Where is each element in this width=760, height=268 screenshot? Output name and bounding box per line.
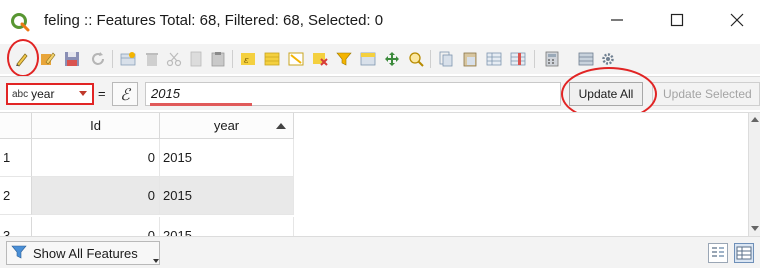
save-edits-icon[interactable] (64, 51, 80, 67)
scroll-up-icon[interactable] (751, 117, 759, 122)
move-selection-to-top-icon[interactable] (360, 51, 376, 67)
field-select[interactable]: abc year (6, 83, 94, 105)
column-header-id[interactable]: Id (32, 113, 160, 139)
table-row[interactable]: 2 0 2015 (0, 177, 294, 215)
table-view-button[interactable] (734, 243, 754, 263)
scroll-down-icon[interactable] (751, 226, 759, 231)
chevron-down-icon (153, 259, 159, 263)
form-view-icon (709, 247, 727, 266)
copy-selected-rows-icon[interactable] (438, 51, 454, 67)
table-row[interactable]: 3 0 2015 (0, 217, 294, 236)
sort-ascending-icon (276, 123, 286, 129)
deselect-all-icon[interactable] (312, 51, 328, 67)
attribute-table: Id year 1 0 2015 2 0 2015 3 0 2015 (0, 112, 760, 236)
minimize-button[interactable] (594, 0, 640, 44)
row-number[interactable]: 1 (0, 139, 32, 177)
close-button[interactable] (714, 0, 760, 44)
table-cell[interactable]: 2015 (160, 217, 294, 236)
attribute-toolbar: ε (0, 44, 760, 74)
table-cell[interactable]: 0 (32, 139, 160, 177)
field-type-label: abc (12, 88, 29, 100)
field-calculator-icon[interactable] (544, 51, 560, 67)
toolbar-separator (232, 50, 233, 68)
row-number[interactable]: 3 (0, 217, 32, 236)
column-header-label: year (213, 118, 240, 133)
column-header-year[interactable]: year (160, 113, 294, 139)
table-cell[interactable]: 2015 (160, 139, 294, 177)
actions-icon[interactable] (600, 51, 616, 67)
epsilon-icon: ℰ (120, 84, 130, 104)
conditional-formatting-icon[interactable] (578, 51, 594, 67)
filter-select-icon[interactable] (336, 51, 352, 67)
qgis-icon (10, 12, 30, 32)
show-all-features-label: Show All Features (33, 245, 138, 261)
toolbar-separator (534, 50, 535, 68)
close-icon (730, 13, 744, 32)
reload-icon[interactable] (90, 51, 106, 67)
field-name-label: year (31, 87, 55, 101)
maximize-button[interactable] (654, 0, 700, 44)
field-calculator-bar: abc year = ℰ 2015 Update All Update Sele… (0, 76, 760, 110)
equals-label: = (98, 86, 106, 101)
copy-icon[interactable] (188, 51, 204, 67)
cut-icon[interactable] (166, 51, 182, 67)
multi-edit-icon[interactable] (40, 51, 56, 67)
filter-icon (11, 244, 27, 263)
row-number[interactable]: 2 (0, 177, 32, 215)
delete-feature-icon[interactable] (144, 51, 160, 67)
paste-icon[interactable] (210, 51, 226, 67)
expression-value: 2015 (151, 86, 180, 101)
table-cell[interactable]: 0 (32, 177, 160, 215)
expression-builder-button[interactable]: ℰ (112, 82, 138, 106)
table-cell[interactable]: 2015 (160, 177, 294, 215)
select-all-icon[interactable] (264, 51, 280, 67)
toolbar-separator (112, 50, 113, 68)
bottom-bar: Show All Features (0, 236, 760, 268)
table-view-icon (735, 246, 753, 266)
highlight-underline (150, 103, 252, 106)
svg-text:ε: ε (244, 56, 249, 66)
update-all-button[interactable]: Update All (569, 82, 643, 106)
paste-features-icon[interactable] (462, 51, 478, 67)
update-selected-button[interactable]: Update Selected (652, 82, 760, 106)
select-by-expression-icon[interactable]: ε (240, 51, 256, 67)
vertical-scrollbar[interactable] (748, 113, 760, 236)
toolbar-separator (430, 50, 431, 68)
add-feature-icon[interactable] (120, 51, 136, 67)
toggle-editing-icon[interactable] (14, 51, 30, 67)
title-bar: feling :: Features Total: 68, Filtered: … (0, 0, 760, 44)
table-cell[interactable]: 0 (32, 217, 160, 236)
maximize-icon (670, 13, 684, 32)
form-view-button[interactable] (708, 243, 728, 263)
window-title: feling :: Features Total: 68, Filtered: … (44, 12, 384, 29)
chevron-down-icon (79, 91, 87, 96)
table-row[interactable]: 1 0 2015 (0, 139, 294, 177)
minimize-icon (610, 13, 624, 32)
invert-selection-icon[interactable] (288, 51, 304, 67)
delete-field-icon[interactable] (510, 51, 526, 67)
pan-map-icon[interactable] (384, 51, 400, 67)
new-field-icon[interactable] (486, 51, 502, 67)
zoom-to-selection-icon[interactable] (408, 51, 424, 67)
table-corner[interactable] (0, 113, 32, 139)
show-all-features-button[interactable]: Show All Features (6, 241, 160, 265)
